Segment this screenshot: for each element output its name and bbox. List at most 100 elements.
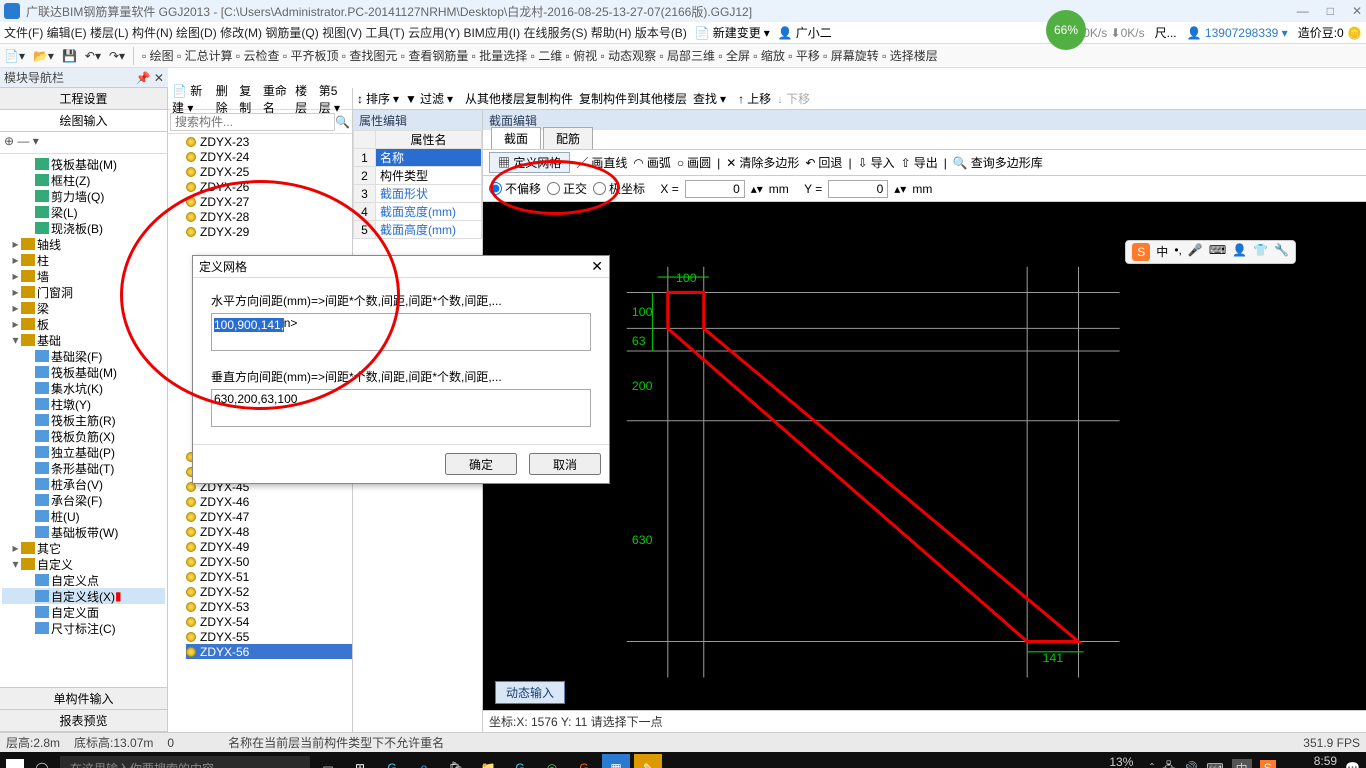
property-row[interactable]: 3截面形状 bbox=[354, 185, 482, 203]
tree-item[interactable]: 柱墩(Y) bbox=[2, 396, 165, 412]
cancel-button[interactable]: 取消 bbox=[529, 453, 601, 475]
toolbar-button[interactable]: ▫ 绘图 bbox=[142, 47, 174, 64]
polygon-lib-button[interactable]: 🔍查询多边形库 bbox=[953, 154, 1043, 171]
tree-item[interactable]: ▸门窗洞 bbox=[2, 284, 165, 300]
toolbar-button[interactable]: ▫ 动态观察 bbox=[600, 47, 656, 64]
toolbar-button[interactable]: ▫ 平齐板顶 bbox=[283, 47, 339, 64]
list-item[interactable]: ZDYX-51 bbox=[186, 569, 352, 584]
clear-polygon-button[interactable]: ✕清除多边形 bbox=[726, 154, 799, 171]
tree-item[interactable]: 筏板主筋(R) bbox=[2, 412, 165, 428]
list-item[interactable]: ZDYX-25 bbox=[186, 164, 352, 179]
copy-to-button[interactable]: 复制构件到其他楼层 bbox=[579, 90, 687, 107]
list-item[interactable]: ZDYX-54 bbox=[186, 614, 352, 629]
toolbar-button[interactable]: ▫ 局部三维 bbox=[659, 47, 715, 64]
list-item[interactable]: ZDYX-24 bbox=[186, 149, 352, 164]
sogou-ime-icon[interactable]: S bbox=[1132, 243, 1150, 261]
tree-item[interactable]: 筏板基础(M) bbox=[2, 364, 165, 380]
menu-item[interactable]: 钢筋量(Q) bbox=[265, 26, 318, 40]
list-item[interactable]: ZDYX-46 bbox=[186, 494, 352, 509]
tree-item[interactable]: 尺寸标注(C) bbox=[2, 620, 165, 636]
app-icon-5[interactable]: G bbox=[570, 754, 598, 768]
tree-item[interactable]: 梁(L) bbox=[2, 204, 165, 220]
tree-item[interactable]: ▸柱 bbox=[2, 252, 165, 268]
tab-report-preview[interactable]: 报表预览 bbox=[0, 710, 167, 732]
tab-section[interactable]: 截面 bbox=[491, 127, 541, 149]
tree-item[interactable]: ▸梁 bbox=[2, 300, 165, 316]
clock[interactable]: 8:592017/9/12 bbox=[1284, 755, 1337, 768]
toolbar-button[interactable]: ▫ 选择楼层 bbox=[882, 47, 938, 64]
toolbar-button[interactable]: ▫ 汇总计算 bbox=[177, 47, 233, 64]
menu-item[interactable]: 云应用(Y) bbox=[408, 26, 460, 40]
property-row[interactable]: 1名称 bbox=[354, 149, 482, 167]
explorer-icon[interactable]: 📁 bbox=[474, 754, 502, 768]
new-change-button[interactable]: 📄 新建变更 ▾ bbox=[695, 24, 770, 41]
draw-arc-button[interactable]: ◠画弧 bbox=[633, 154, 671, 171]
menu-item[interactable]: 绘图(D) bbox=[176, 26, 217, 40]
task-view-icon[interactable]: ▭ bbox=[314, 754, 342, 768]
coin-label[interactable]: 造价豆:0 🪙 bbox=[1298, 24, 1362, 41]
toolbar-button[interactable]: ▫ 平移 bbox=[788, 47, 820, 64]
v-spacing-input[interactable]: 630,200,63,100 bbox=[211, 389, 591, 427]
store-icon[interactable]: 🛍 bbox=[442, 754, 470, 768]
list-item[interactable]: ZDYX-56 bbox=[186, 644, 352, 659]
menu-item[interactable]: 视图(V) bbox=[322, 26, 362, 40]
x-input[interactable] bbox=[685, 180, 745, 198]
ok-button[interactable]: 确定 bbox=[445, 453, 517, 475]
tree-item[interactable]: 自定义点 bbox=[2, 572, 165, 588]
sogou-icon[interactable]: S bbox=[1260, 760, 1276, 768]
maximize-icon[interactable]: □ bbox=[1327, 4, 1334, 18]
redo-icon[interactable]: ↷▾ bbox=[109, 49, 125, 63]
cortana-icon[interactable]: ◯ bbox=[28, 754, 56, 768]
menu-item[interactable]: BIM应用(I) bbox=[463, 26, 520, 40]
tree-item[interactable]: 承台梁(F) bbox=[2, 492, 165, 508]
filter-button[interactable]: ▼ 过滤 ▾ bbox=[405, 90, 453, 107]
property-row[interactable]: 4截面宽度(mm) bbox=[354, 203, 482, 221]
menu-item[interactable]: 在线服务(S) bbox=[523, 26, 587, 40]
dialog-close-icon[interactable]: ✕ bbox=[591, 258, 603, 275]
tree-item[interactable]: 筏板基础(M) bbox=[2, 156, 165, 172]
tab-rebar[interactable]: 配筋 bbox=[543, 127, 593, 149]
menu-item[interactable]: 楼层(L) bbox=[90, 26, 129, 40]
toolbar-button[interactable]: ▫ 缩放 bbox=[753, 47, 785, 64]
tree-item[interactable]: ▾基础 bbox=[2, 332, 165, 348]
app-icon-1[interactable]: ⊞ bbox=[346, 754, 374, 768]
toolbar-button[interactable]: ▫ 二维 bbox=[531, 47, 563, 64]
toolbar-button[interactable]: ▫ 全屏 bbox=[718, 47, 750, 64]
import-button[interactable]: ⇩导入 bbox=[858, 154, 895, 171]
user-label[interactable]: 👤 广小二 bbox=[778, 24, 832, 41]
tree-item[interactable]: 独立基础(P) bbox=[2, 444, 165, 460]
open-icon[interactable]: 📂▾ bbox=[33, 49, 54, 63]
start-button[interactable] bbox=[6, 759, 24, 768]
toolbar-button[interactable]: ▫ 俯视 bbox=[566, 47, 598, 64]
tree-item[interactable]: 现浇板(B) bbox=[2, 220, 165, 236]
ime-indicator[interactable]: 中 bbox=[1232, 759, 1252, 768]
app-icon-4[interactable]: ◎ bbox=[538, 754, 566, 768]
tray-network-icon[interactable]: 🖧 bbox=[1162, 758, 1175, 768]
tree-item[interactable]: 基础梁(F) bbox=[2, 348, 165, 364]
tab-project-settings[interactable]: 工程设置 bbox=[0, 88, 167, 110]
tree-item[interactable]: 桩承台(V) bbox=[2, 476, 165, 492]
tray-volume-icon[interactable]: 🔊 bbox=[1183, 761, 1198, 768]
tree-item[interactable]: 自定义线(X)▮ bbox=[2, 588, 165, 604]
search-icon[interactable]: 🔍 bbox=[335, 115, 350, 129]
app-icon-6[interactable]: ▦ bbox=[602, 754, 630, 768]
toolbar-button[interactable]: ▫ 查看钢筋量 bbox=[401, 47, 469, 64]
tray-up-icon[interactable]: ˆ bbox=[1150, 761, 1154, 768]
list-item[interactable]: ZDYX-52 bbox=[186, 584, 352, 599]
list-item[interactable]: ZDYX-29 bbox=[186, 224, 352, 239]
notification-icon[interactable]: 💬 bbox=[1345, 761, 1360, 768]
draw-circle-button[interactable]: ○画圆 bbox=[677, 154, 711, 171]
list-item[interactable]: ZDYX-50 bbox=[186, 554, 352, 569]
list-item[interactable]: ZDYX-23 bbox=[186, 134, 352, 149]
toolbar-button[interactable]: ▫ 批量选择 bbox=[472, 47, 528, 64]
toolbar-button[interactable]: ▫ 屏幕旋转 bbox=[823, 47, 879, 64]
draw-line-button[interactable]: ／画直线 bbox=[576, 154, 627, 171]
y-input[interactable] bbox=[828, 180, 888, 198]
export-button[interactable]: ⇧导出 bbox=[901, 154, 938, 171]
toolbar-button[interactable]: ▫ 查找图元 bbox=[342, 47, 398, 64]
menu-item[interactable]: 编辑(E) bbox=[47, 26, 87, 40]
menu-item[interactable]: 帮助(H) bbox=[591, 26, 632, 40]
drawing-canvas[interactable]: 100 100 63 200 630 141 动态输入 坐标 bbox=[483, 202, 1366, 732]
new-file-icon[interactable]: 📄▾ bbox=[4, 49, 25, 63]
tree-item[interactable]: ▸轴线 bbox=[2, 236, 165, 252]
